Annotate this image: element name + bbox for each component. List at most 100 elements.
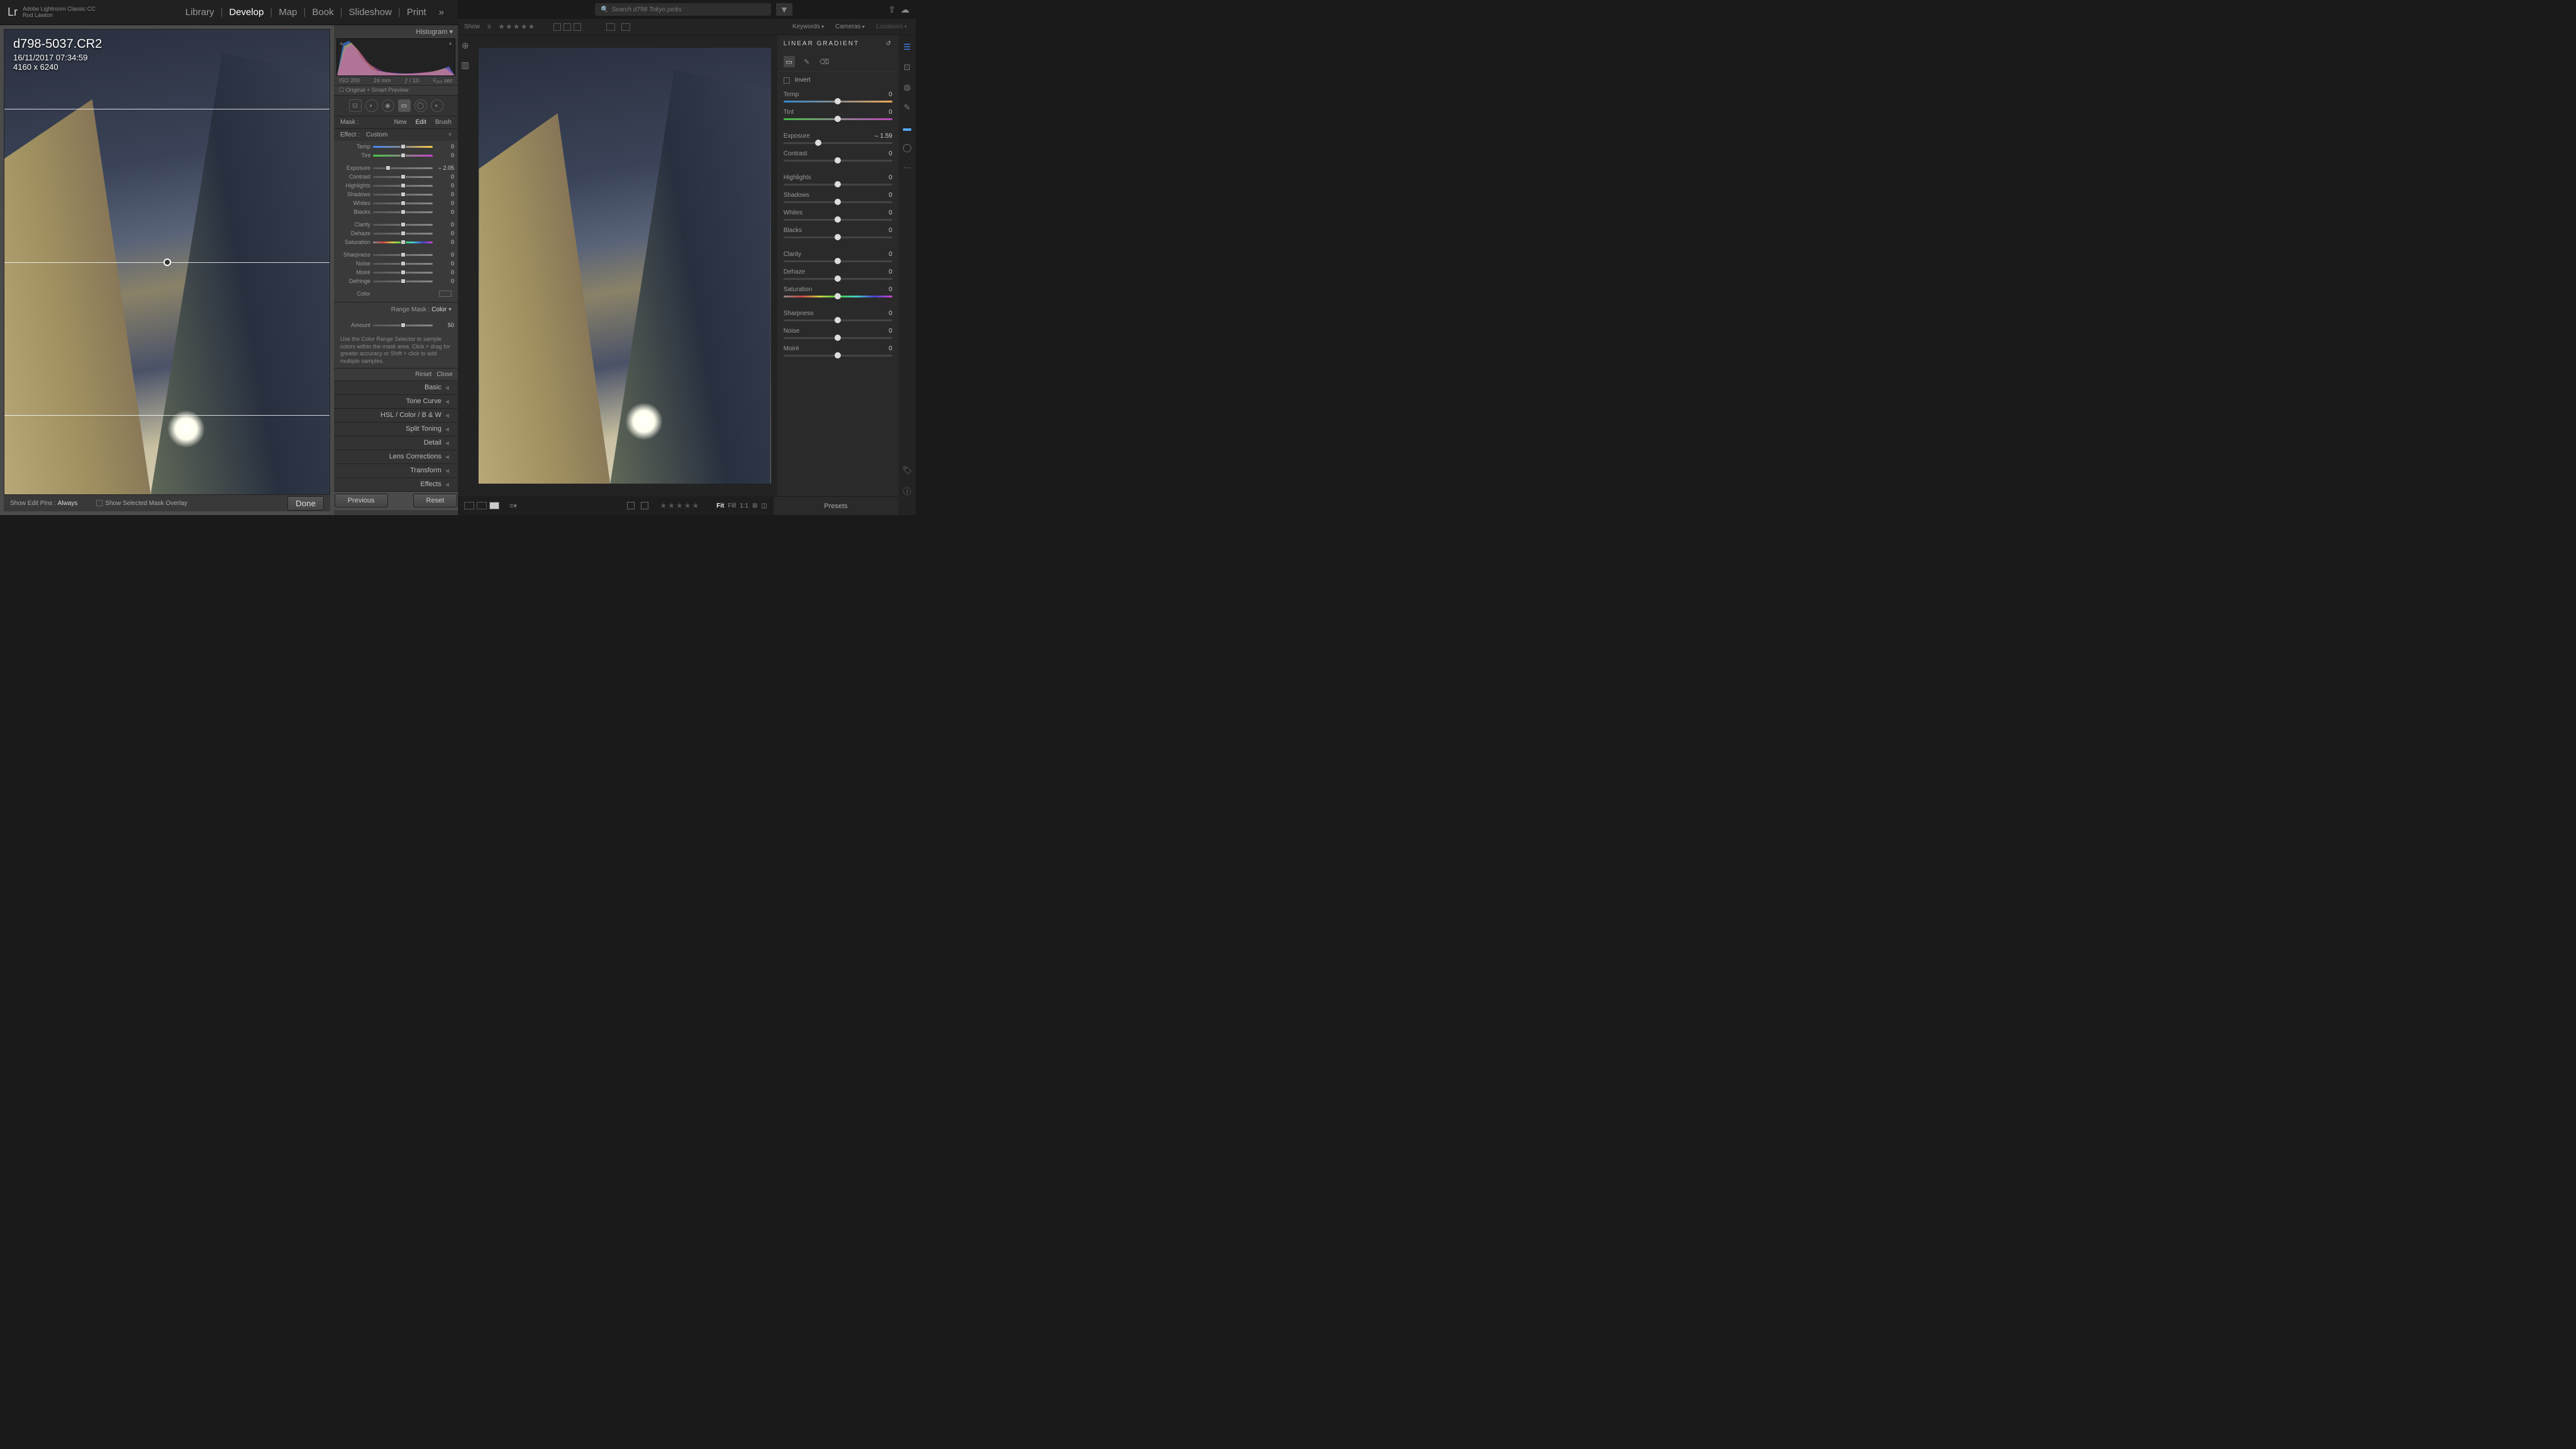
slider-temp[interactable]: Temp0 — [784, 91, 892, 103]
module-print[interactable]: Print — [401, 7, 433, 18]
linear-grad-icon[interactable]: ▬ — [901, 122, 913, 133]
slider-shadows[interactable]: Shadows0 — [784, 192, 892, 203]
crop-icon[interactable]: ⊡ — [901, 62, 913, 73]
slider-contrast[interactable]: Contrast0 — [338, 172, 454, 181]
share-icon[interactable]: ⇪ — [888, 4, 896, 15]
panel-detail[interactable]: Detail◀ — [334, 436, 458, 450]
slider-tint[interactable]: Tint0 — [338, 151, 454, 160]
my-photos-icon[interactable]: ▥ — [461, 60, 469, 70]
gradient-pin[interactable] — [164, 258, 171, 266]
detail-view-icon[interactable] — [489, 502, 499, 509]
slider-noise[interactable]: Noise0 — [784, 328, 892, 339]
panel-hsl-color-b-w[interactable]: HSL / Color / B & W◀ — [334, 408, 458, 422]
slider-clarity[interactable]: Clarity0 — [784, 251, 892, 262]
spot-tool-icon[interactable]: ◐ — [365, 99, 378, 112]
star-icon[interactable]: ★ — [692, 501, 699, 510]
presets-button[interactable]: Presets — [774, 496, 898, 515]
color-swatch[interactable] — [439, 291, 452, 297]
slider-whites[interactable]: Whites0 — [338, 199, 454, 208]
slider-moiré[interactable]: Moiré0 — [338, 268, 454, 277]
more-icon[interactable]: ⋯ — [901, 162, 913, 174]
slider-saturation[interactable]: Saturation0 — [784, 286, 892, 297]
redeye-tool-icon[interactable]: ◉ — [382, 99, 394, 112]
range-amount-slider[interactable]: Amount 50 — [338, 321, 454, 330]
range-mask-value[interactable]: Color — [431, 306, 447, 313]
module-develop[interactable]: Develop — [223, 7, 270, 18]
cc-image-canvas[interactable] — [479, 48, 770, 484]
linear-mask-icon[interactable]: ▭ — [784, 56, 795, 67]
panel-tone-curve[interactable]: Tone Curve◀ — [334, 394, 458, 408]
star-icon[interactable]: ★ — [668, 501, 675, 510]
star-icon[interactable]: ★ — [684, 501, 691, 510]
image-canvas[interactable]: d798-5037.CR2 16/11/2017 07:34:59 4160 x… — [4, 29, 330, 495]
add-photos-icon[interactable]: ⊕ — [462, 40, 469, 51]
undo-icon[interactable]: ↺ — [886, 40, 892, 47]
module-library[interactable]: Library — [179, 7, 221, 18]
slider-highlights[interactable]: Highlights0 — [784, 174, 892, 186]
slider-blacks[interactable]: Blacks0 — [338, 208, 454, 216]
slider-color[interactable]: Color — [338, 289, 454, 298]
tag-icon[interactable]: 🏷 — [901, 465, 913, 476]
zoom-grid-icon[interactable]: ⊞ — [752, 502, 757, 509]
star-icon[interactable]: ★ — [499, 23, 505, 31]
heal-icon[interactable]: ◍ — [901, 82, 913, 93]
brush-mask-icon[interactable]: ✎ — [801, 56, 813, 67]
search-input[interactable]: 🔍 Search d798 Tokyo picks — [595, 3, 771, 16]
zoom-fit[interactable]: Fit — [716, 502, 724, 509]
slider-sharpness[interactable]: Sharpness0 — [338, 250, 454, 259]
module-book[interactable]: Book — [306, 7, 340, 18]
slider-dehaze[interactable]: Dehaze0 — [784, 269, 892, 280]
panel-transform[interactable]: Transform◀ — [334, 464, 458, 477]
done-button[interactable]: Done — [287, 496, 324, 511]
grid-view-icon[interactable] — [464, 502, 474, 509]
effect-disclosure-icon[interactable]: ▾ — [448, 131, 452, 138]
sort-icon[interactable]: ≡▾ — [509, 502, 517, 510]
gradient-tool-icon[interactable]: ▭ — [398, 99, 411, 112]
flag-pick-icon[interactable] — [553, 23, 561, 31]
type-video-icon[interactable] — [621, 23, 630, 31]
star-icon[interactable]: ★ — [521, 23, 527, 31]
effect-value[interactable]: Custom — [366, 131, 387, 138]
slider-defringe[interactable]: Defringe0 — [338, 277, 454, 286]
cloud-icon[interactable]: ☁ — [901, 4, 909, 15]
cameras-dropdown[interactable]: Cameras — [833, 23, 867, 30]
zoom-fill[interactable]: Fill — [728, 502, 736, 509]
slider-exposure[interactable]: Exposure– 1.59 — [784, 133, 892, 144]
locations-dropdown[interactable]: Locations — [874, 23, 909, 30]
previous-button[interactable]: Previous — [335, 494, 388, 508]
module-map[interactable]: Map — [272, 7, 303, 18]
slider-highlights[interactable]: Highlights0 — [338, 181, 454, 190]
zoom-1to1[interactable]: 1:1 — [740, 502, 748, 509]
slider-dehaze[interactable]: Dehaze0 — [338, 229, 454, 238]
type-photo-icon[interactable] — [606, 23, 615, 31]
edit-icon[interactable]: ☰ — [901, 42, 913, 53]
radial-grad-icon[interactable]: ◯ — [901, 142, 913, 153]
highlight-clip-icon[interactable]: ▲ — [448, 40, 453, 46]
mask-new[interactable]: New — [394, 119, 407, 126]
histogram[interactable]: ▲ ▲ — [336, 38, 455, 76]
slider-noise[interactable]: Noise0 — [338, 259, 454, 268]
show-edit-pins-value[interactable]: Always — [58, 500, 78, 507]
slider-contrast[interactable]: Contrast0 — [784, 150, 892, 162]
star-icon[interactable]: ★ — [513, 23, 519, 31]
panel-lens-corrections[interactable]: Lens Corrections◀ — [334, 450, 458, 464]
slider-saturation[interactable]: Saturation0 — [338, 238, 454, 247]
reset-button[interactable]: Reset — [413, 494, 458, 508]
slider-sharpness[interactable]: Sharpness0 — [784, 310, 892, 321]
filter-icon[interactable]: ▼ — [776, 3, 792, 16]
flag-pick-icon[interactable] — [627, 502, 635, 509]
rating-stars[interactable]: ★★★★★ — [660, 501, 699, 510]
reset-mask[interactable]: Reset — [415, 371, 431, 378]
info-icon[interactable]: ⓘ — [901, 485, 913, 496]
slider-shadows[interactable]: Shadows0 — [338, 190, 454, 199]
keywords-dropdown[interactable]: Keywords — [790, 23, 826, 30]
star-icon[interactable]: ★ — [506, 23, 512, 31]
slider-tint[interactable]: Tint0 — [784, 109, 892, 120]
invert-row[interactable]: Invert — [777, 72, 899, 89]
mask-edit[interactable]: Edit — [416, 119, 426, 126]
panel-split-toning[interactable]: Split Toning◀ — [334, 422, 458, 436]
slider-blacks[interactable]: Blacks0 — [784, 227, 892, 238]
panel-effects[interactable]: Effects◀ — [334, 477, 458, 491]
slider-exposure[interactable]: Exposure– 2.05 — [338, 164, 454, 172]
compare-icon[interactable]: ◫ — [762, 502, 767, 509]
